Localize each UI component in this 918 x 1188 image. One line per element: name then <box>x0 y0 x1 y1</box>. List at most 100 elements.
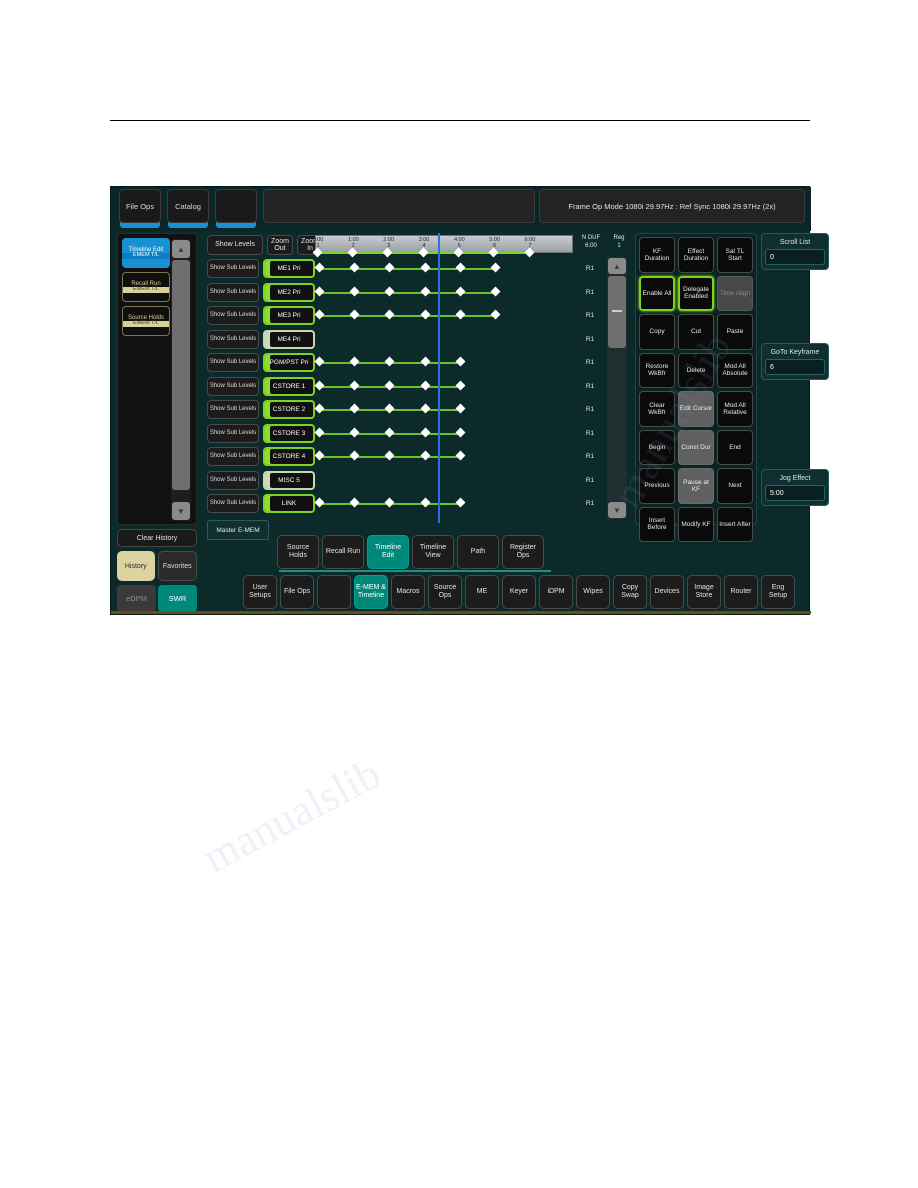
grid-button-insert-after[interactable]: Insert After <box>717 506 753 542</box>
timeline-track[interactable] <box>314 375 573 399</box>
grid-button-copy[interactable]: Copy <box>639 314 675 350</box>
grid-button-kf-duration[interactable]: KF Duration <box>639 237 675 273</box>
ruler-keyframe-marker[interactable] <box>418 247 428 258</box>
keyframe-marker[interactable] <box>490 262 501 273</box>
timeline-row-name-button[interactable]: ME3 Pri <box>263 306 315 325</box>
keyframe-marker[interactable] <box>490 286 501 296</box>
grid-button-pause-at-kf[interactable]: Pause at KF <box>678 468 714 504</box>
keyframe-marker[interactable] <box>420 380 430 390</box>
menu-tab-router[interactable]: Router <box>724 575 758 609</box>
show-sub-levels-button[interactable]: Show Sub Levels <box>207 447 259 466</box>
top-tab-blank[interactable] <box>215 189 257 223</box>
timeline-track[interactable] <box>314 422 573 446</box>
keyframe-marker[interactable] <box>349 356 360 367</box>
timeline-row-name-button[interactable]: PGM/PST Pri <box>263 353 315 372</box>
ruler-keyframe-marker[interactable] <box>488 247 499 258</box>
history-tab[interactable]: History <box>117 551 155 581</box>
show-sub-levels-button[interactable]: Show Sub Levels <box>207 259 259 278</box>
keyframe-marker[interactable] <box>420 356 430 367</box>
master-emem-tab[interactable]: Master E-MEM <box>207 520 269 540</box>
timeline-row-name-button[interactable]: CSTORE 2 <box>263 400 315 419</box>
show-levels-button[interactable]: Show Levels <box>207 235 263 255</box>
keyframe-marker[interactable] <box>455 262 466 273</box>
keyframe-marker[interactable] <box>349 262 360 273</box>
grid-button-cut[interactable]: Cut <box>678 314 714 350</box>
grid-button-previous[interactable]: Previous <box>639 468 675 504</box>
history-item[interactable]: Source Holds EMEM T/L <box>122 306 170 336</box>
grid-button-clear-wkbfr[interactable]: Clear WkBfr <box>639 391 675 427</box>
menu-tab-blank[interactable] <box>317 575 351 609</box>
keyframe-marker[interactable] <box>420 427 430 437</box>
menu-tab-idpm[interactable]: iDPM <box>539 575 573 609</box>
timeline-track[interactable] <box>317 328 573 352</box>
menu-tab-keyer[interactable]: Keyer <box>502 575 536 609</box>
grid-button-const-dur[interactable]: Const Dur <box>678 429 714 465</box>
grid-button-end[interactable]: End <box>717 429 753 465</box>
top-tab-file-ops[interactable]: File Ops <box>119 189 161 223</box>
keyframe-marker[interactable] <box>455 356 466 367</box>
keyframe-marker[interactable] <box>384 356 395 367</box>
mode-button-edpm[interactable]: eDPM <box>117 585 156 612</box>
keyframe-marker[interactable] <box>349 309 360 320</box>
keyframe-marker[interactable] <box>314 497 324 508</box>
timeline-scrollbar[interactable]: ▲ ▼ <box>607 257 627 519</box>
timeline-track[interactable] <box>314 351 573 375</box>
grid-button-delegate-enabled[interactable]: Delegate Enabled <box>678 275 714 311</box>
scroll-list-value[interactable]: 0 <box>765 249 825 265</box>
menu-tab-source-holds[interactable]: Source Holds <box>277 535 319 569</box>
keyframe-marker[interactable] <box>349 450 360 461</box>
keyframe-marker[interactable] <box>349 497 360 508</box>
menu-tab-eng-setup[interactable]: Eng Setup <box>761 575 795 609</box>
menu-tab-e-mem-timeline[interactable]: E-MEM & Timeline <box>354 575 388 609</box>
grid-button-mod-all-absolute[interactable]: Mod All Absolute <box>717 352 753 388</box>
keyframe-marker[interactable] <box>384 286 395 296</box>
keyframe-marker[interactable] <box>455 427 466 437</box>
ruler-keyframe-marker[interactable] <box>453 247 464 258</box>
triangle-down-icon[interactable]: ▼ <box>608 502 626 518</box>
keyframe-marker[interactable] <box>384 309 395 320</box>
timeline-track[interactable] <box>314 304 573 328</box>
zoom-out-button[interactable]: Zoom Out <box>267 235 293 255</box>
timeline-row-name-button[interactable]: CSTORE 4 <box>263 447 315 466</box>
keyframe-marker[interactable] <box>314 380 324 390</box>
timeline-row-name-button[interactable]: ME4 Pri <box>263 329 315 349</box>
ruler-keyframe-marker[interactable] <box>524 247 534 258</box>
show-sub-levels-button[interactable]: Show Sub Levels <box>207 400 259 419</box>
keyframe-marker[interactable] <box>384 497 395 508</box>
grid-button-modify-kf[interactable]: Modify KF <box>678 506 714 542</box>
timeline-track[interactable] <box>314 281 573 305</box>
show-sub-levels-button[interactable]: Show Sub Levels <box>207 470 259 490</box>
history-item[interactable]: Recall Run EMEM T/L <box>122 272 170 302</box>
keyframe-marker[interactable] <box>455 450 466 461</box>
keyframe-marker[interactable] <box>314 262 324 273</box>
favorites-tab[interactable]: Favorites <box>157 551 197 581</box>
keyframe-marker[interactable] <box>349 403 360 414</box>
keyframe-marker[interactable] <box>349 380 360 390</box>
grid-button-paste[interactable]: Paste <box>717 314 753 350</box>
menu-tab-source-ops[interactable]: Source Ops <box>428 575 462 609</box>
show-sub-levels-button[interactable]: Show Sub Levels <box>207 376 259 396</box>
grid-button-begin[interactable]: Begin <box>639 429 675 465</box>
keyframe-marker[interactable] <box>490 309 501 320</box>
grid-button-delete[interactable]: Delete <box>678 352 714 388</box>
menu-tab-timeline-view[interactable]: Timeline View <box>412 535 454 569</box>
menu-tab-path[interactable]: Path <box>457 535 499 569</box>
jog-effect-value[interactable]: 5:00 <box>765 485 825 501</box>
grid-button-effect-duration[interactable]: Effect Duration <box>678 237 714 273</box>
keyframe-marker[interactable] <box>420 497 430 508</box>
keyframe-marker[interactable] <box>314 450 324 461</box>
keyframe-marker[interactable] <box>455 309 466 320</box>
keyframe-marker[interactable] <box>349 427 360 437</box>
keyframe-marker[interactable] <box>420 262 430 273</box>
grid-button-next[interactable]: Next <box>717 468 753 504</box>
keyframe-marker[interactable] <box>455 286 466 296</box>
grid-button-sat-tl-start[interactable]: Sat TL Start <box>717 237 753 273</box>
keyframe-marker[interactable] <box>314 427 324 437</box>
timeline-row-name-button[interactable]: ME2 Pri <box>263 282 315 302</box>
show-sub-levels-button[interactable]: Show Sub Levels <box>207 423 259 443</box>
grid-button-edit-cursor[interactable]: Edit Cursor <box>678 391 714 427</box>
history-item[interactable]: Timeline Edit EMEM T/L <box>122 238 170 268</box>
keyframe-marker[interactable] <box>384 380 395 390</box>
keyframe-marker[interactable] <box>455 380 466 390</box>
history-scroll-thumb[interactable] <box>172 260 190 490</box>
